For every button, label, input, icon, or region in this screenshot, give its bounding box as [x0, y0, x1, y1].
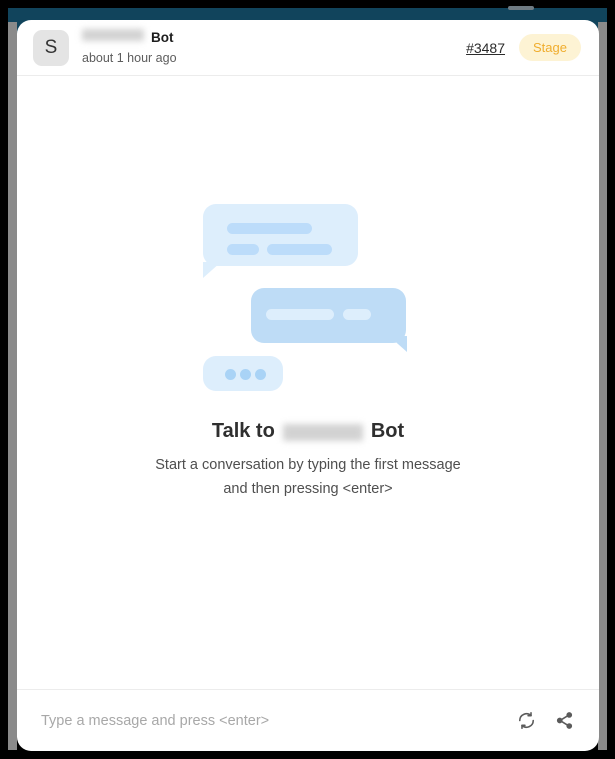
empty-state-subtext: Start a conversation by typing the first…: [155, 454, 460, 500]
chat-bubbles-illustration: [203, 204, 413, 394]
bubble-text-line: [266, 309, 334, 321]
empty-state-subtext-line1: Start a conversation by typing the first…: [155, 457, 461, 474]
environment-badge: Stage: [519, 34, 581, 61]
heading-suffix: Bot: [370, 419, 405, 442]
chat-panel: S Bot about 1 hour ago #3487 Stage Talk …: [17, 20, 599, 751]
bubble-text-line: [343, 309, 371, 321]
top-cutoff-marker: [508, 6, 534, 10]
left-gutter: [8, 22, 17, 750]
bot-name-redacted: [82, 29, 144, 41]
heading-prefix: Talk to: [211, 419, 275, 442]
header-text-group: Bot about 1 hour ago: [82, 29, 466, 65]
share-icon[interactable]: [551, 708, 577, 734]
header-actions: #3487 Stage: [466, 34, 581, 61]
speech-bubble-outgoing-tail-icon: [389, 336, 407, 353]
ticket-link[interactable]: #3487: [466, 40, 505, 56]
chat-header: S Bot about 1 hour ago #3487 Stage: [17, 20, 599, 76]
speech-bubble-incoming-tail-icon: [203, 262, 221, 279]
right-scrollbar[interactable]: [598, 22, 607, 750]
chat-message-area: Talk to Bot Start a conversation by typi…: [17, 76, 599, 689]
message-composer: [17, 689, 599, 751]
bot-name-suffix: Bot: [151, 30, 174, 45]
avatar-initial: S: [44, 36, 58, 58]
conversation-timestamp: about 1 hour ago: [82, 51, 177, 65]
empty-state-heading: Talk to Bot: [212, 418, 404, 444]
bot-title-row: Bot: [82, 29, 466, 47]
bubble-text-line: [267, 244, 332, 256]
speech-bubble-incoming-icon: [203, 204, 358, 267]
heading-name-redacted: [282, 423, 363, 441]
empty-state-subtext-line2: and then pressing <enter>: [223, 480, 393, 497]
message-input[interactable]: [41, 712, 501, 729]
screenshot-viewport: S Bot about 1 hour ago #3487 Stage Talk …: [0, 0, 615, 759]
refresh-icon[interactable]: [513, 708, 539, 734]
avatar: S: [33, 29, 69, 66]
bubble-text-line: [227, 223, 312, 235]
bubble-text-line: [227, 244, 259, 256]
